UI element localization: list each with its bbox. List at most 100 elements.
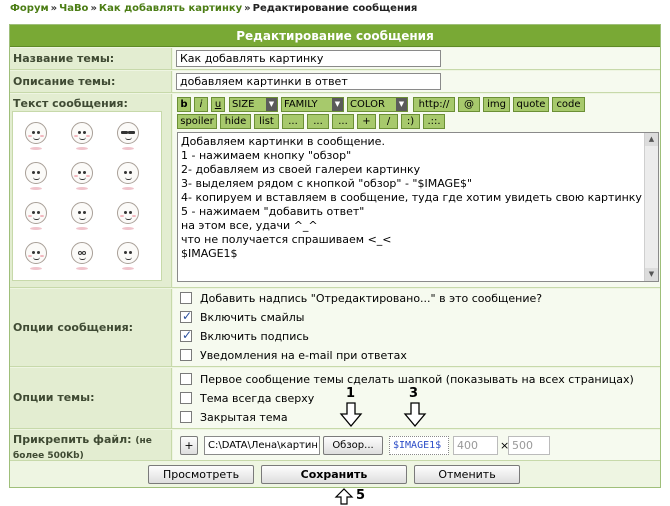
scroll-up-icon[interactable]: ▲: [645, 133, 658, 146]
image-height-input[interactable]: 500: [508, 436, 550, 455]
annotation-number-3: 3: [409, 386, 419, 401]
cool-smiley-icon[interactable]: [117, 122, 139, 144]
ellipsis-button-2[interactable]: ...: [307, 114, 329, 129]
attach-cell: + C:\DATA\Лена\картин Обзор... $IMAGE1$ …: [173, 430, 660, 460]
breadcrumb-link-forum[interactable]: Форум: [10, 3, 49, 14]
save-button[interactable]: Сохранить: [261, 465, 407, 484]
message-line: 2- добавляем из своей галереи картинку: [181, 163, 421, 176]
topic-name-label: Название темы:: [10, 48, 172, 69]
file-path-input[interactable]: C:\DATA\Лена\картин: [204, 436, 320, 455]
smiley-icon[interactable]: [25, 242, 47, 264]
font-family-select[interactable]: FAMILY ▼: [281, 97, 344, 112]
add-attachment-button[interactable]: +: [180, 436, 198, 455]
smiley-icon[interactable]: [117, 162, 139, 184]
message-label: Текст сообщения:: [13, 97, 128, 110]
message-options-cell: Добавить надпись "Отредактировано..." в …: [173, 289, 660, 366]
bold-button[interactable]: b: [177, 97, 191, 112]
ellipsis-button-3[interactable]: ...: [332, 114, 354, 129]
checkbox[interactable]: [180, 411, 192, 423]
color-select[interactable]: COLOR ▼: [347, 97, 408, 112]
option-label: Тема всегда сверху: [200, 392, 315, 405]
smiley-icon[interactable]: [25, 122, 47, 144]
option-enable-smilies[interactable]: Включить смайлы: [180, 308, 305, 326]
annotation-number-1: 1: [346, 386, 356, 401]
quote-button[interactable]: quote: [513, 97, 549, 112]
topic-options-label: Опции темы:: [10, 368, 172, 428]
breadcrumb-link-topic[interactable]: Как добавлять картинку: [99, 3, 242, 14]
checkbox-checked[interactable]: [180, 308, 192, 325]
img-button[interactable]: img: [483, 97, 510, 112]
smiley-button[interactable]: :): [401, 114, 420, 129]
checkbox[interactable]: [180, 373, 192, 385]
image-tag-field[interactable]: $IMAGE1$: [389, 436, 449, 455]
smiley-icon[interactable]: [71, 162, 93, 184]
checkbox-checked[interactable]: [180, 327, 192, 344]
image-width-input[interactable]: 400: [453, 436, 498, 455]
smiley-shadow: [76, 147, 88, 150]
checkbox[interactable]: [180, 292, 192, 304]
italic-button[interactable]: i: [194, 97, 208, 112]
checkbox[interactable]: [180, 392, 192, 404]
topic-desc-cell: добавляем картинки в ответ: [173, 71, 660, 92]
message-line: 5 - нажимаем "добавить ответ": [181, 205, 365, 218]
smiley-icon[interactable]: [25, 202, 47, 224]
breadcrumb-current: Редактирование сообщения: [252, 3, 418, 14]
hide-button[interactable]: hide: [220, 114, 251, 129]
message-line: Добавляем картинки в сообщение.: [181, 135, 385, 148]
attach-label: Прикрепить файл:: [13, 433, 132, 446]
code-button[interactable]: code: [552, 97, 585, 112]
email-button[interactable]: @: [458, 97, 480, 112]
option-pin-first-post[interactable]: Первое сообщение темы сделать шапкой (по…: [180, 371, 634, 388]
arrow-up-icon: [334, 488, 354, 505]
smiley-icon[interactable]: [71, 202, 93, 224]
preview-button[interactable]: Просмотреть: [148, 465, 254, 484]
smiley-icon[interactable]: [25, 162, 47, 184]
message-textarea[interactable]: Добавляем картинки в сообщение. 1 - нажи…: [177, 132, 659, 282]
cancel-button[interactable]: Отменить: [414, 465, 520, 484]
plus-button[interactable]: +: [357, 114, 376, 129]
smiley-icon[interactable]: [71, 122, 93, 144]
topic-name-row: Название темы: Как добавлять картинку: [10, 48, 660, 70]
textarea-scrollbar[interactable]: ▲ ▼: [644, 133, 658, 281]
spoiler-button[interactable]: spoiler: [177, 114, 217, 129]
smiley-icon[interactable]: [117, 202, 139, 224]
smiley-shadow: [76, 227, 88, 230]
option-add-edited-note[interactable]: Добавить надпись "Отредактировано..." в …: [180, 290, 542, 307]
browse-button[interactable]: Обзор...: [323, 436, 383, 455]
topic-name-cell: Как добавлять картинку: [173, 48, 660, 69]
slash-button[interactable]: /: [379, 114, 398, 129]
option-label: Закрытая тема: [200, 411, 288, 424]
smiley-shadow: [76, 187, 88, 190]
panel-title: Редактирование сообщения: [10, 25, 660, 47]
more-button[interactable]: .::.: [423, 114, 445, 129]
message-row: Текст сообщения: b i u SIZE ▼ FAMILY ▼ C…: [10, 94, 660, 288]
smiley-shadow: [122, 267, 134, 270]
option-sticky-topic[interactable]: Тема всегда сверху: [180, 390, 314, 407]
smiley-shadow: [30, 187, 42, 190]
edit-post-panel: Редактирование сообщения Название темы: …: [9, 24, 661, 488]
option-closed-topic[interactable]: Закрытая тема: [180, 409, 288, 426]
topic-desc-input[interactable]: добавляем картинки в ответ: [176, 73, 441, 90]
topic-name-input[interactable]: Как добавлять картинку: [176, 50, 441, 67]
attach-label-cell: Прикрепить файл: (не более 500Kb): [10, 430, 172, 461]
smiley-icon[interactable]: [117, 242, 139, 264]
underline-button[interactable]: u: [211, 97, 225, 112]
message-label-cell: Текст сообщения:: [10, 94, 172, 287]
option-label: Включить смайлы: [200, 311, 305, 324]
size-select[interactable]: SIZE ▼: [229, 97, 278, 112]
dizzy-smiley-icon[interactable]: [71, 242, 93, 264]
breadcrumb: Форум» ЧаВо» Как добавлять картинку» Редакт…: [10, 3, 417, 14]
option-email-notify[interactable]: Уведомления на e-mail при ответах: [180, 347, 407, 364]
font-family-select-label: FAMILY: [284, 99, 318, 110]
list-button[interactable]: list: [254, 114, 279, 129]
option-enable-signature[interactable]: Включить подпись: [180, 327, 309, 345]
smiley-shadow: [30, 147, 42, 150]
arrow-down-icon: [403, 402, 427, 428]
breadcrumb-link-faq[interactable]: ЧаВо: [59, 3, 88, 14]
message-line: $IMAGE1$: [181, 247, 238, 260]
option-label: Включить подпись: [200, 330, 309, 343]
scroll-down-icon[interactable]: ▼: [645, 268, 658, 281]
checkbox[interactable]: [180, 349, 192, 361]
url-button[interactable]: http://: [413, 97, 455, 112]
ellipsis-button-1[interactable]: ...: [282, 114, 304, 129]
